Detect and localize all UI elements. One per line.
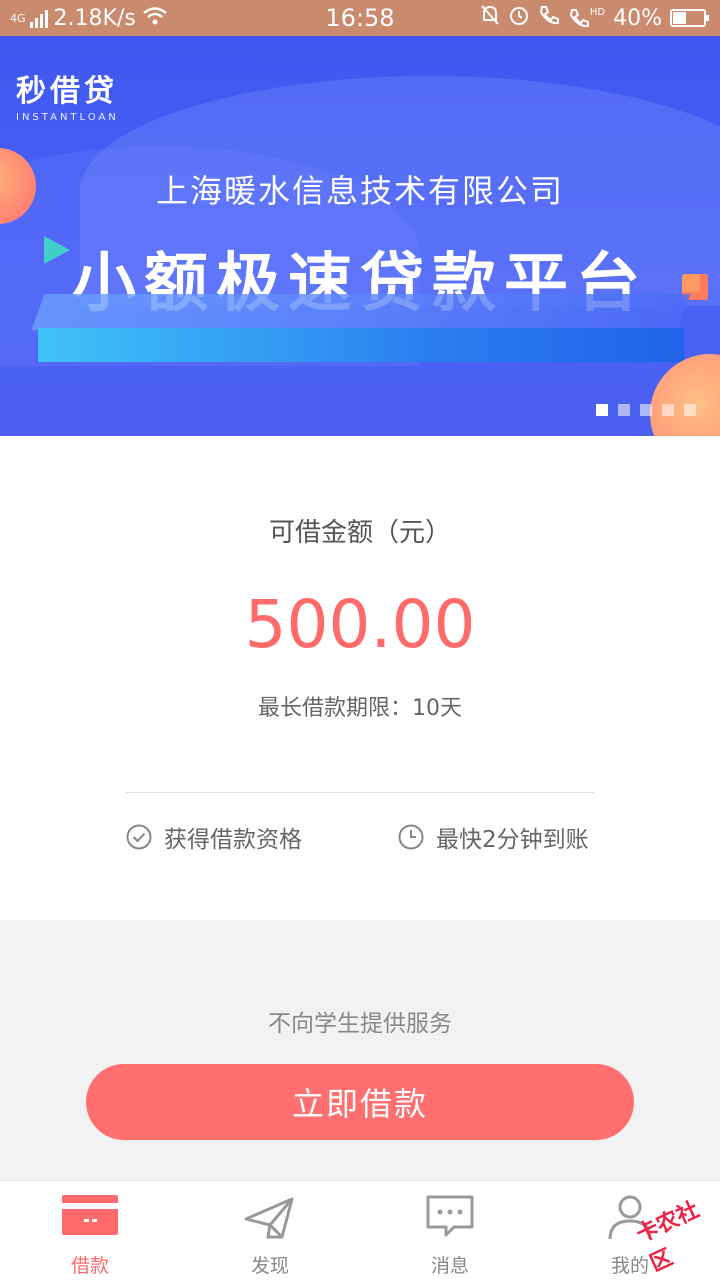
- app-logo: 秒借贷 INSTANTLOAN: [16, 66, 119, 123]
- platform-decor: [31, 294, 691, 330]
- nav-label: 消息: [430, 1255, 469, 1277]
- message-icon: [426, 1195, 474, 1237]
- hd-call-icon: HD: [568, 7, 605, 29]
- nav-label: 发现: [250, 1255, 289, 1277]
- status-right: HD 40%: [480, 0, 709, 36]
- loan-amount: 500.00: [244, 586, 476, 663]
- battery-icon: [670, 9, 709, 27]
- loan-card: 可借金额（元） 500.00 最长借款期限：10天 获得借款资格 最快2分钟到账: [0, 436, 720, 920]
- carousel-dot[interactable]: [618, 404, 630, 416]
- carousel-indicator: [596, 404, 696, 416]
- call-icon: [538, 4, 560, 32]
- company-name: 上海暖水信息技术有限公司: [155, 172, 564, 210]
- clock-icon: [398, 824, 424, 850]
- nav-item-messages[interactable]: 消息: [360, 1181, 540, 1280]
- check-circle-icon: [126, 824, 152, 850]
- carousel-dot[interactable]: [684, 404, 696, 416]
- platform-decor: [38, 328, 684, 362]
- alarm-icon: [508, 4, 530, 32]
- feature-label: 最快2分钟到账: [436, 827, 589, 853]
- promo-banner[interactable]: 秒借贷 INSTANTLOAN 上海暖水信息技术有限公司 小额极速贷款平台: [0, 36, 720, 436]
- decor-orb: [650, 354, 720, 436]
- bottom-nav: 借款 发现 消息 我的: [0, 1180, 720, 1280]
- carousel-dot[interactable]: [662, 404, 674, 416]
- battery-level: [673, 12, 686, 24]
- nav-label: 借款: [70, 1255, 109, 1277]
- battery-percent: 40%: [613, 5, 662, 31]
- feature-eligibility: 获得借款资格: [126, 820, 302, 854]
- card-icon: [62, 1195, 118, 1235]
- borrow-now-button[interactable]: 立即借款: [86, 1064, 634, 1140]
- logo-text: 秒借贷: [16, 74, 118, 109]
- feature-label: 获得借款资格: [164, 827, 302, 853]
- amount-label: 可借金额（元）: [268, 518, 451, 548]
- loan-term: 最长借款期限：10天: [258, 696, 462, 721]
- mute-bell-icon: [480, 4, 500, 32]
- student-notice: 不向学生提供服务: [268, 1011, 452, 1037]
- paper-plane-icon: [244, 1197, 294, 1239]
- nav-item-discover[interactable]: 发现: [180, 1181, 360, 1280]
- status-bar: 4G 2.18K/s 16:58 HD 40%: [0, 0, 720, 36]
- carousel-dot[interactable]: [640, 404, 652, 416]
- divider: [126, 792, 594, 793]
- nav-item-loan[interactable]: 借款: [0, 1181, 180, 1280]
- feature-speed: 最快2分钟到账: [398, 820, 589, 854]
- logo-subtext: INSTANTLOAN: [16, 112, 119, 123]
- hd-label: HD: [589, 7, 606, 18]
- carousel-dot[interactable]: [596, 404, 608, 416]
